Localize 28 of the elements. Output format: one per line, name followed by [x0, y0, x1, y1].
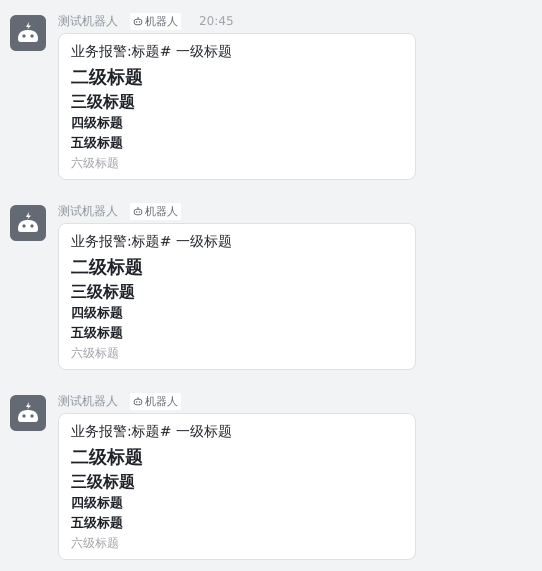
sender-name: 测试机器人: [58, 12, 118, 30]
bot-badge: 机器人: [130, 202, 181, 220]
bot-badge: 机器人: [130, 12, 181, 30]
robot-avatar-icon: [10, 15, 46, 51]
heading-text: 三级标题: [71, 471, 136, 493]
heading-text: 六级标题: [71, 345, 120, 362]
robot-avatar-icon: [10, 395, 46, 431]
heading-text: 业务报警:标题# 一级标题: [71, 43, 233, 62]
sender-name: 测试机器人: [58, 202, 118, 220]
heading-text: 六级标题: [71, 535, 120, 552]
heading-text: 四级标题: [71, 115, 124, 133]
heading-text: 二级标题: [71, 256, 144, 280]
heading-text: 五级标题: [71, 325, 124, 343]
heading-text: 二级标题: [71, 446, 144, 470]
heading-text: 三级标题: [71, 91, 136, 113]
heading-text: 三级标题: [71, 281, 136, 303]
robot-avatar-icon: [10, 205, 46, 241]
heading-text: 业务报警:标题# 一级标题: [71, 423, 233, 442]
heading-text: 业务报警:标题# 一级标题: [71, 233, 233, 252]
message-time: 20:45: [199, 14, 234, 28]
heading-text: 二级标题: [71, 66, 144, 90]
heading-text: 五级标题: [71, 135, 124, 153]
bot-badge: 机器人: [130, 392, 181, 410]
sender-name: 测试机器人: [58, 392, 118, 410]
heading-text: 六级标题: [71, 155, 120, 172]
heading-text: 四级标题: [71, 305, 124, 323]
heading-text: 五级标题: [71, 515, 124, 533]
heading-text: 四级标题: [71, 495, 124, 513]
